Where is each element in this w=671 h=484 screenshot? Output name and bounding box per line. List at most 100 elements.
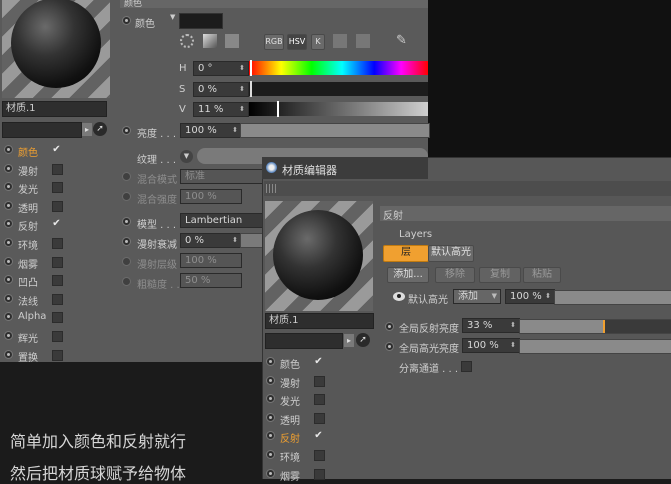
global-highlight-radio[interactable]: [385, 342, 394, 351]
eye-visibility-icon[interactable]: [393, 292, 405, 301]
channel-row[interactable]: 凹凸: [4, 271, 64, 290]
channel-radio[interactable]: [266, 357, 275, 366]
channel-label[interactable]: 置换: [18, 349, 38, 364]
material-preview[interactable]: [2, 0, 110, 98]
add-layer-button[interactable]: 添加...: [387, 267, 429, 283]
channel-label[interactable]: 透明: [18, 200, 38, 215]
eyedropper-icon[interactable]: ✎: [396, 33, 410, 49]
texture-dropdown-arrow[interactable]: ▼: [180, 150, 193, 163]
channel-checkbox[interactable]: [52, 182, 63, 194]
rgb-mode-button[interactable]: RGB: [264, 34, 284, 50]
channel-label[interactable]: 环境: [280, 449, 300, 464]
channel-row[interactable]: 辉光: [4, 327, 64, 346]
diffuse-falloff-radio[interactable]: [122, 237, 131, 246]
channel-row[interactable]: 漫射: [266, 372, 326, 391]
editor-search-input[interactable]: [265, 333, 343, 349]
blend-mode-select[interactable]: 添加 ▼: [453, 289, 501, 304]
brightness-field[interactable]: 100 % ⬍: [180, 123, 242, 138]
editor-picker-icon[interactable]: ➚: [356, 333, 370, 347]
dropdown-triangle-icon[interactable]: ▼: [170, 13, 175, 21]
separate-pass-checkbox[interactable]: [461, 361, 472, 372]
editor-material-preview[interactable]: [265, 201, 373, 311]
channel-row[interactable]: 环境: [266, 446, 326, 465]
channel-label[interactable]: 发光: [18, 181, 38, 196]
saturation-slider[interactable]: [249, 82, 428, 96]
channel-checkbox[interactable]: [52, 349, 63, 361]
channel-label[interactable]: 反射: [280, 430, 300, 445]
brightness-radio[interactable]: [122, 126, 131, 135]
channel-radio[interactable]: [266, 412, 275, 422]
material-search-input[interactable]: [2, 122, 82, 138]
channel-checkbox[interactable]: ✔: [52, 145, 61, 155]
color-swatch[interactable]: [179, 13, 223, 29]
global-reflect-slider[interactable]: [519, 319, 671, 334]
channel-radio[interactable]: [4, 256, 13, 266]
s-value-field[interactable]: 0 % ⬍: [193, 82, 249, 97]
mixer-icon[interactable]: [333, 34, 347, 48]
channel-label[interactable]: 烟雾: [280, 468, 300, 483]
channel-row[interactable]: 环境: [4, 234, 64, 253]
diffuse-falloff-field[interactable]: 0 % ⬍: [180, 233, 242, 248]
color-radio[interactable]: [122, 16, 131, 25]
highlight-opacity-field[interactable]: 100 % ⬍: [505, 289, 555, 304]
channel-row[interactable]: Alpha: [4, 308, 64, 327]
channel-checkbox[interactable]: [52, 163, 63, 175]
channel-label[interactable]: 透明: [280, 412, 300, 427]
v-value-field[interactable]: 11 % ⬍: [193, 102, 249, 117]
palette-icon[interactable]: [356, 34, 370, 48]
channel-row[interactable]: 透明: [4, 197, 64, 216]
global-highlight-slider[interactable]: [519, 339, 671, 354]
channel-label[interactable]: 烟雾: [18, 256, 38, 271]
image-icon[interactable]: [225, 34, 239, 48]
spectrum-icon[interactable]: [203, 34, 217, 48]
channel-label[interactable]: 反射: [18, 218, 38, 233]
channel-row[interactable]: 烟雾: [266, 465, 326, 484]
channel-radio[interactable]: [266, 375, 275, 385]
channel-row[interactable]: 法线: [4, 290, 64, 309]
channel-checkbox[interactable]: [314, 449, 325, 461]
channel-radio[interactable]: [4, 312, 13, 322]
channel-row[interactable]: 颜色 ✔: [4, 141, 64, 160]
channel-radio[interactable]: [266, 431, 275, 441]
brightness-slider[interactable]: [240, 123, 430, 138]
channel-radio[interactable]: [4, 293, 13, 303]
color-wheel-icon[interactable]: [180, 34, 194, 48]
channel-checkbox[interactable]: [52, 330, 63, 342]
channel-radio[interactable]: [4, 182, 13, 192]
global-reflect-marker[interactable]: [602, 320, 605, 333]
editor-material-name[interactable]: 材质.1: [265, 313, 374, 329]
h-value-field[interactable]: 0 ° ⬍: [193, 61, 249, 76]
channel-label[interactable]: 辉光: [18, 330, 38, 345]
channel-radio[interactable]: [4, 275, 13, 285]
channel-radio[interactable]: [266, 449, 275, 459]
channel-checkbox[interactable]: ✔: [314, 431, 323, 441]
model-select[interactable]: Lambertian: [180, 213, 266, 228]
channel-checkbox[interactable]: [314, 412, 325, 424]
channel-row[interactable]: 透明: [266, 409, 326, 428]
global-highlight-field[interactable]: 100 % ⬍: [462, 338, 520, 353]
channel-row[interactable]: 置换: [4, 346, 64, 365]
channel-row[interactable]: 烟雾: [4, 253, 64, 272]
channel-label[interactable]: 发光: [280, 393, 300, 408]
channel-radio[interactable]: [266, 394, 275, 404]
global-reflect-radio[interactable]: [385, 322, 394, 331]
picker-cursor-icon[interactable]: ➚: [93, 122, 107, 136]
channel-radio[interactable]: [4, 163, 13, 173]
channel-radio[interactable]: [4, 145, 13, 154]
hsv-mode-button[interactable]: HSV: [287, 34, 307, 50]
channel-checkbox[interactable]: ✔: [314, 357, 323, 367]
channel-checkbox[interactable]: [314, 375, 325, 387]
channel-row[interactable]: 发光: [4, 178, 64, 197]
channel-radio[interactable]: [4, 200, 13, 210]
diffuse-falloff-slider[interactable]: [240, 233, 264, 248]
channel-radio[interactable]: [266, 468, 275, 478]
editor-arrow-right-icon[interactable]: ▸: [344, 334, 354, 347]
channel-label[interactable]: 漫射: [18, 163, 38, 178]
grip-icon[interactable]: [266, 184, 278, 193]
channel-checkbox[interactable]: [52, 312, 63, 324]
channel-row[interactable]: 反射 ✔: [266, 427, 326, 446]
channel-radio[interactable]: [4, 349, 13, 359]
model-radio[interactable]: [122, 217, 131, 226]
channel-checkbox[interactable]: ✔: [52, 219, 61, 229]
hue-gradient-slider[interactable]: [249, 61, 428, 75]
